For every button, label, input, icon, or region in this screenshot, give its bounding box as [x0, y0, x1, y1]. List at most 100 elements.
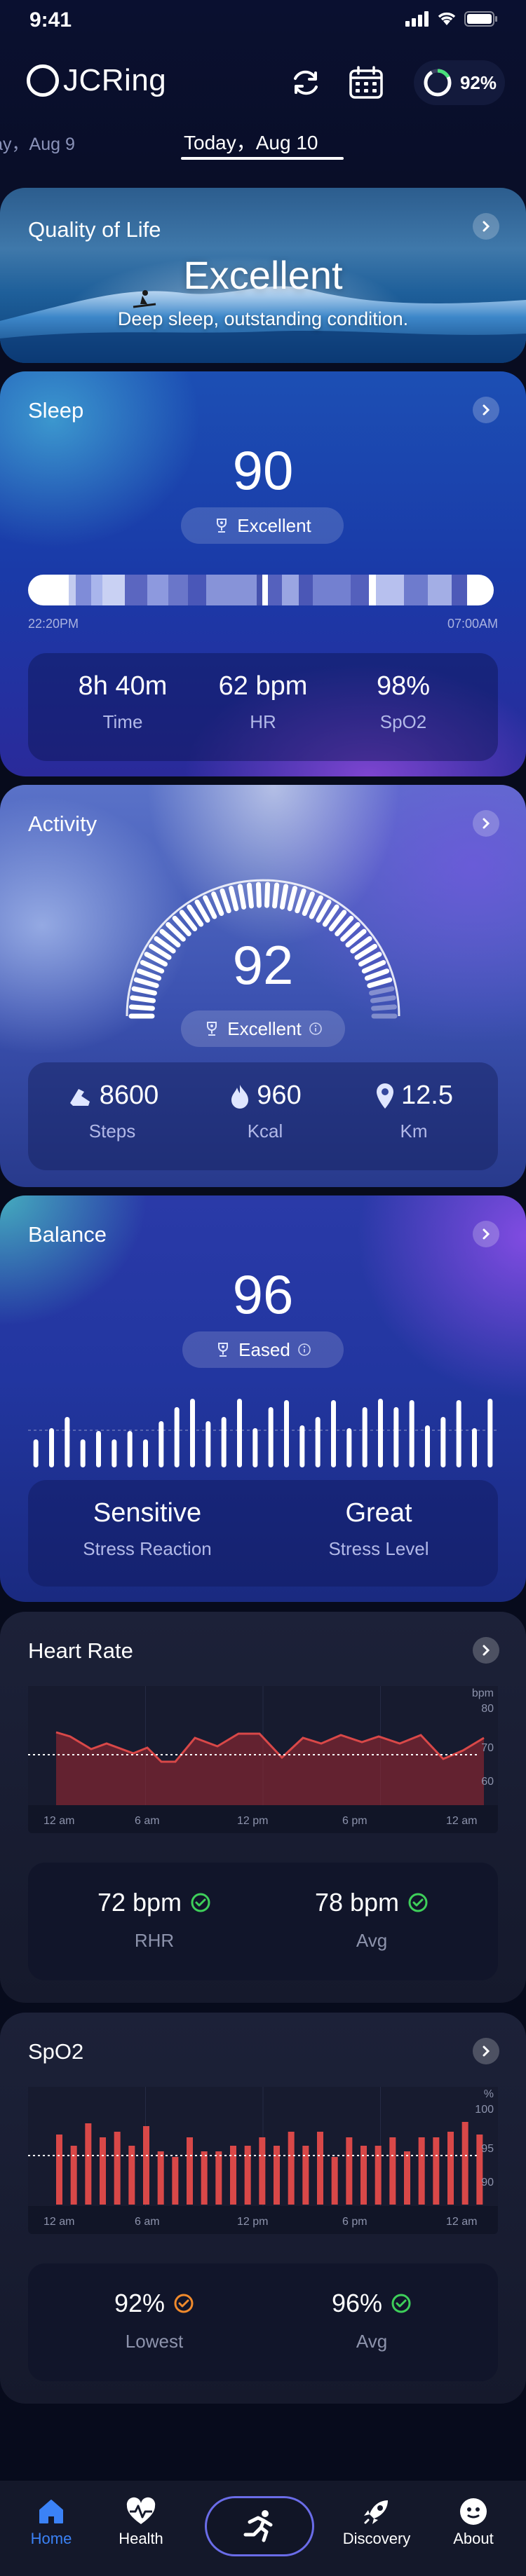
gauge-tick — [237, 884, 247, 910]
metric-value: 96% — [331, 2289, 383, 2317]
sleep-stage-segment — [452, 575, 467, 605]
hr-x-tick: 6 pm — [342, 1815, 367, 1827]
info-icon[interactable] — [297, 1343, 311, 1357]
activity-card[interactable]: Activity 92 Excellent 8600 Steps 960 Kca… — [0, 785, 526, 1187]
spo2-bar — [433, 2137, 440, 2205]
status-time: 9:41 — [29, 8, 72, 32]
nav-health[interactable]: Health — [102, 2493, 180, 2548]
balance-bar — [190, 1399, 195, 1467]
activity-stat-steps: 8600 Steps — [42, 1081, 182, 1142]
spo2-bar — [201, 2151, 208, 2205]
sleep-card[interactable]: Sleep 90 Excellent 22:20PM 07:00AM 8h 40… — [0, 371, 526, 776]
quality-detail-button[interactable] — [473, 213, 499, 240]
spo2-bar — [461, 2122, 468, 2205]
sleep-stage-segment — [257, 575, 262, 605]
battery-level: 92% — [459, 71, 497, 93]
activity-detail-button[interactable] — [473, 810, 499, 837]
nav-home[interactable]: Home — [13, 2493, 90, 2548]
heart-rate-card[interactable]: Heart Rate bpm 80 70 60 12 am 6 am 12 pm… — [0, 1612, 526, 2003]
chevron-right-icon — [483, 404, 490, 416]
sleep-stage-segment — [299, 575, 313, 605]
spo2-bar — [288, 2132, 295, 2205]
quality-title: Quality of Life — [28, 217, 161, 242]
balance-stat-stress-reaction: Sensitive Stress Reaction — [49, 1498, 245, 1560]
spo2-bar — [143, 2126, 149, 2205]
balance-bar — [96, 1431, 101, 1467]
info-icon[interactable] — [309, 1022, 323, 1036]
app-header: JCRing 92% — [0, 56, 526, 112]
status-icons — [405, 11, 498, 27]
ring-logo-icon — [27, 64, 59, 97]
spo2-bar — [375, 2146, 382, 2205]
battery-icon — [464, 11, 497, 27]
sleep-stages-bar — [28, 575, 494, 605]
heart-rate-detail-button[interactable] — [473, 1637, 499, 1664]
sleep-stage-segment — [91, 575, 102, 605]
spo2-bar — [114, 2132, 121, 2205]
spo2-bar — [215, 2151, 222, 2205]
check-circle-icon — [191, 1893, 210, 1912]
ring-battery-indicator[interactable]: 92% — [414, 60, 505, 105]
balance-bar — [472, 1428, 477, 1467]
chevron-right-icon — [483, 1228, 490, 1240]
spo2-bar — [404, 2151, 410, 2205]
balance-detail-button[interactable] — [473, 1221, 499, 1247]
date-tab-today[interactable]: Today，Aug 10 — [184, 128, 318, 156]
sleep-detail-button[interactable] — [473, 397, 499, 423]
stat-label: Stress Reaction — [83, 1538, 212, 1559]
sleep-stage-segment — [351, 575, 369, 605]
spo2-x-tick: 12 am — [43, 2216, 75, 2228]
balance-bar — [80, 1439, 86, 1467]
heart-pulse-icon — [126, 2497, 156, 2524]
hr-avg: 78 bpm Avg — [267, 1888, 477, 1952]
stat-label: HR — [250, 711, 276, 732]
gauge-tick — [220, 888, 231, 914]
spo2-bar — [418, 2137, 425, 2205]
spo2-bar — [244, 2146, 251, 2205]
balance-bar — [346, 1428, 352, 1467]
sleep-stage-segment — [282, 575, 299, 605]
profile-icon — [460, 2498, 487, 2525]
nav-about[interactable]: About — [435, 2493, 512, 2548]
spo2-detail-button[interactable] — [473, 2038, 499, 2064]
sleep-stat-spo2: 98% SpO2 — [337, 671, 470, 733]
spo2-y-tick: 90 — [481, 2177, 494, 2188]
spo2-bar — [85, 2123, 92, 2205]
quality-of-life-card[interactable]: Quality of Life Excellent Deep sleep, ou… — [0, 188, 526, 363]
active-tab-indicator — [181, 157, 344, 160]
wifi-icon — [438, 12, 456, 25]
spo2-x-tick: 12 am — [446, 2216, 478, 2228]
nav-start-workout[interactable] — [205, 2496, 314, 2556]
gauge-tick — [302, 891, 315, 917]
hr-x-tick: 6 am — [135, 1815, 160, 1827]
balance-bar — [425, 1425, 430, 1467]
gauge-tick — [371, 1004, 398, 1011]
spo2-x-tick: 6 am — [135, 2216, 160, 2228]
location-pin-icon — [377, 1083, 394, 1109]
spo2-plot — [28, 2087, 498, 2206]
spo2-card[interactable]: SpO2 % 100 95 90 12 am 6 am 12 pm 6 pm 1… — [0, 2013, 526, 2404]
spo2-bar — [187, 2137, 193, 2205]
balance-bar — [112, 1439, 117, 1467]
balance-bar — [65, 1417, 70, 1467]
spo2-bar — [346, 2137, 353, 2205]
hr-unit: bpm — [471, 1687, 494, 1699]
metric-label: Avg — [356, 2331, 388, 2352]
stat-value: Sensitive — [93, 1498, 202, 1528]
stat-label: SpO2 — [379, 711, 427, 732]
metric-label: Lowest — [125, 2331, 184, 2352]
nav-discovery[interactable]: Discovery — [338, 2493, 415, 2548]
stat-label: Time — [102, 711, 143, 732]
sync-button[interactable] — [286, 63, 325, 102]
calendar-button[interactable] — [346, 63, 386, 102]
sleep-stage-segment — [188, 575, 206, 605]
gauge-tick — [295, 888, 306, 914]
spo2-avg: 96% Avg — [267, 2289, 477, 2352]
metric-label: Avg — [356, 1930, 388, 1951]
date-tab-previous[interactable]: erday，Aug 9 — [0, 130, 75, 156]
hr-x-tick: 12 am — [446, 1815, 478, 1827]
check-circle-icon — [174, 2294, 194, 2313]
balance-card[interactable]: Balance 96 Eased Sensitive Stress Reacti… — [0, 1195, 526, 1602]
sleep-stage-segment — [404, 575, 428, 605]
hr-y-tick: 60 — [481, 1776, 494, 1788]
